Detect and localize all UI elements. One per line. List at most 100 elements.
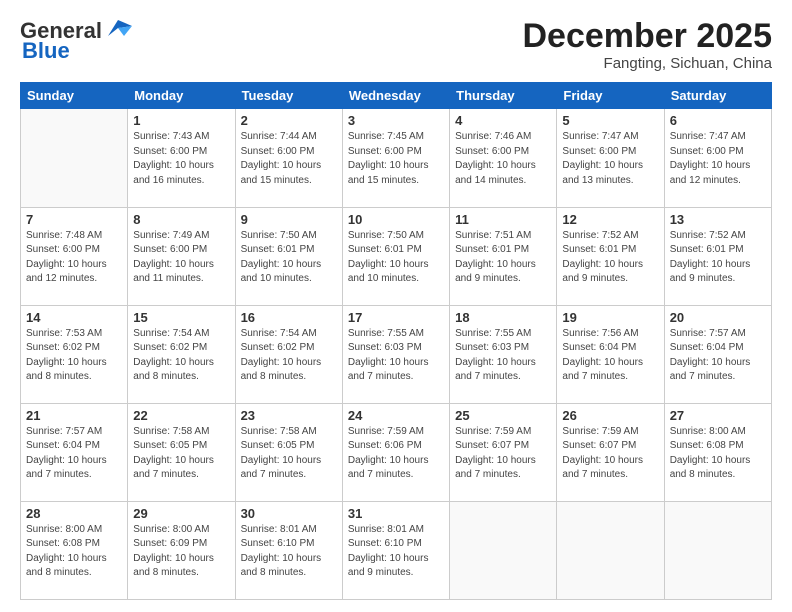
calendar-cell: 16 Sunrise: 7:54 AMSunset: 6:02 PMDayligh…	[235, 305, 342, 403]
logo-blue: Blue	[22, 38, 70, 64]
column-header-friday: Friday	[557, 83, 664, 109]
day-number: 1	[133, 113, 229, 128]
calendar-week-4: 21 Sunrise: 7:57 AMSunset: 6:04 PMDayligh…	[21, 403, 772, 501]
calendar-cell	[21, 109, 128, 207]
day-info: Sunrise: 7:50 AMSunset: 6:01 PMDaylight:…	[241, 229, 337, 287]
column-header-saturday: Saturday	[664, 83, 771, 109]
day-number: 14	[26, 310, 122, 325]
calendar-cell: 27 Sunrise: 8:00 AMSunset: 6:08 PMDayligh…	[664, 403, 771, 501]
calendar-cell	[664, 501, 771, 599]
day-info: Sunrise: 7:46 AMSunset: 6:00 PMDaylight:…	[455, 130, 551, 188]
page: General Blue December 2025 Fangting, Sic…	[0, 0, 792, 612]
day-number: 29	[133, 506, 229, 521]
day-number: 7	[26, 212, 122, 227]
day-info: Sunrise: 7:44 AMSunset: 6:00 PMDaylight:…	[241, 130, 337, 188]
day-number: 4	[455, 113, 551, 128]
day-info: Sunrise: 7:45 AMSunset: 6:00 PMDaylight:…	[348, 130, 444, 188]
calendar-cell: 5 Sunrise: 7:47 AMSunset: 6:00 PMDaylight…	[557, 109, 664, 207]
day-number: 11	[455, 212, 551, 227]
day-info: Sunrise: 7:55 AMSunset: 6:03 PMDaylight:…	[348, 327, 444, 385]
day-number: 9	[241, 212, 337, 227]
calendar-cell: 28 Sunrise: 8:00 AMSunset: 6:08 PMDayligh…	[21, 501, 128, 599]
calendar-cell: 6Sunrise: 7:47 AMSunset: 6:00 PMDaylight…	[664, 109, 771, 207]
day-number: 25	[455, 408, 551, 423]
calendar-cell: 9 Sunrise: 7:50 AMSunset: 6:01 PMDaylight…	[235, 207, 342, 305]
day-info: Sunrise: 7:58 AMSunset: 6:05 PMDaylight:…	[133, 425, 229, 483]
calendar-header-row: SundayMondayTuesdayWednesdayThursdayFrid…	[21, 83, 772, 109]
day-info: Sunrise: 7:54 AMSunset: 6:02 PMDaylight:…	[241, 327, 337, 385]
calendar-cell: 18Sunrise: 7:55 AMSunset: 6:03 PMDayligh…	[450, 305, 557, 403]
day-info: Sunrise: 7:43 AMSunset: 6:00 PMDaylight:…	[133, 130, 229, 188]
day-number: 8	[133, 212, 229, 227]
day-number: 6	[670, 113, 766, 128]
calendar-week-5: 28 Sunrise: 8:00 AMSunset: 6:08 PMDayligh…	[21, 501, 772, 599]
calendar-cell: 30 Sunrise: 8:01 AMSunset: 6:10 PMDayligh…	[235, 501, 342, 599]
calendar-cell: 4 Sunrise: 7:46 AMSunset: 6:00 PMDaylight…	[450, 109, 557, 207]
calendar-cell: 12Sunrise: 7:52 AMSunset: 6:01 PMDayligh…	[557, 207, 664, 305]
calendar-cell: 8 Sunrise: 7:49 AMSunset: 6:00 PMDaylight…	[128, 207, 235, 305]
column-header-monday: Monday	[128, 83, 235, 109]
day-info: Sunrise: 7:51 AMSunset: 6:01 PMDaylight:…	[455, 229, 551, 287]
calendar-table: SundayMondayTuesdayWednesdayThursdayFrid…	[20, 82, 772, 600]
logo: General Blue	[20, 18, 132, 64]
calendar-cell: 7 Sunrise: 7:48 AMSunset: 6:00 PMDaylight…	[21, 207, 128, 305]
day-info: Sunrise: 7:47 AMSunset: 6:00 PMDaylight:…	[562, 130, 658, 188]
calendar-cell: 26 Sunrise: 7:59 AMSunset: 6:07 PMDayligh…	[557, 403, 664, 501]
day-number: 23	[241, 408, 337, 423]
calendar-subtitle: Fangting, Sichuan, China	[522, 55, 772, 72]
day-number: 10	[348, 212, 444, 227]
day-info: Sunrise: 7:55 AMSunset: 6:03 PMDaylight:…	[455, 327, 551, 385]
calendar-cell: 11 Sunrise: 7:51 AMSunset: 6:01 PMDayligh…	[450, 207, 557, 305]
day-number: 31	[348, 506, 444, 521]
calendar-cell: 20Sunrise: 7:57 AMSunset: 6:04 PMDayligh…	[664, 305, 771, 403]
day-number: 22	[133, 408, 229, 423]
calendar-cell	[450, 501, 557, 599]
day-number: 26	[562, 408, 658, 423]
calendar-title: December 2025	[522, 18, 772, 55]
calendar-cell: 23 Sunrise: 7:58 AMSunset: 6:05 PMDayligh…	[235, 403, 342, 501]
day-number: 16	[241, 310, 337, 325]
day-info: Sunrise: 7:57 AMSunset: 6:04 PMDaylight:…	[670, 327, 766, 385]
day-info: Sunrise: 7:59 AMSunset: 6:06 PMDaylight:…	[348, 425, 444, 483]
calendar-cell: 15Sunrise: 7:54 AMSunset: 6:02 PMDayligh…	[128, 305, 235, 403]
day-info: Sunrise: 8:01 AMSunset: 6:10 PMDaylight:…	[241, 523, 337, 581]
day-info: Sunrise: 7:56 AMSunset: 6:04 PMDaylight:…	[562, 327, 658, 385]
day-number: 19	[562, 310, 658, 325]
column-header-wednesday: Wednesday	[342, 83, 449, 109]
calendar-cell: 29Sunrise: 8:00 AMSunset: 6:09 PMDayligh…	[128, 501, 235, 599]
day-info: Sunrise: 7:48 AMSunset: 6:00 PMDaylight:…	[26, 229, 122, 287]
column-header-thursday: Thursday	[450, 83, 557, 109]
calendar-cell: 31 Sunrise: 8:01 AMSunset: 6:10 PMDayligh…	[342, 501, 449, 599]
title-block: December 2025 Fangting, Sichuan, China	[522, 18, 772, 72]
calendar-cell: 19 Sunrise: 7:56 AMSunset: 6:04 PMDayligh…	[557, 305, 664, 403]
day-info: Sunrise: 7:49 AMSunset: 6:00 PMDaylight:…	[133, 229, 229, 287]
day-info: Sunrise: 7:57 AMSunset: 6:04 PMDaylight:…	[26, 425, 122, 483]
day-info: Sunrise: 7:59 AMSunset: 6:07 PMDaylight:…	[455, 425, 551, 483]
day-info: Sunrise: 7:54 AMSunset: 6:02 PMDaylight:…	[133, 327, 229, 385]
day-number: 28	[26, 506, 122, 521]
day-info: Sunrise: 8:00 AMSunset: 6:08 PMDaylight:…	[670, 425, 766, 483]
day-info: Sunrise: 8:01 AMSunset: 6:10 PMDaylight:…	[348, 523, 444, 581]
calendar-cell: 21 Sunrise: 7:57 AMSunset: 6:04 PMDayligh…	[21, 403, 128, 501]
calendar-cell: 13Sunrise: 7:52 AMSunset: 6:01 PMDayligh…	[664, 207, 771, 305]
logo-icon	[104, 18, 132, 40]
calendar-cell	[557, 501, 664, 599]
day-number: 5	[562, 113, 658, 128]
day-info: Sunrise: 7:53 AMSunset: 6:02 PMDaylight:…	[26, 327, 122, 385]
calendar-cell: 3Sunrise: 7:45 AMSunset: 6:00 PMDaylight…	[342, 109, 449, 207]
day-info: Sunrise: 7:59 AMSunset: 6:07 PMDaylight:…	[562, 425, 658, 483]
column-header-sunday: Sunday	[21, 83, 128, 109]
day-number: 30	[241, 506, 337, 521]
day-info: Sunrise: 7:50 AMSunset: 6:01 PMDaylight:…	[348, 229, 444, 287]
day-number: 2	[241, 113, 337, 128]
calendar-cell: 25 Sunrise: 7:59 AMSunset: 6:07 PMDayligh…	[450, 403, 557, 501]
day-info: Sunrise: 8:00 AMSunset: 6:08 PMDaylight:…	[26, 523, 122, 581]
calendar-cell: 2 Sunrise: 7:44 AMSunset: 6:00 PMDaylight…	[235, 109, 342, 207]
day-info: Sunrise: 7:52 AMSunset: 6:01 PMDaylight:…	[562, 229, 658, 287]
day-number: 21	[26, 408, 122, 423]
day-info: Sunrise: 7:58 AMSunset: 6:05 PMDaylight:…	[241, 425, 337, 483]
calendar-week-2: 7 Sunrise: 7:48 AMSunset: 6:00 PMDaylight…	[21, 207, 772, 305]
calendar-cell: 22 Sunrise: 7:58 AMSunset: 6:05 PMDayligh…	[128, 403, 235, 501]
day-number: 27	[670, 408, 766, 423]
calendar-body: 1 Sunrise: 7:43 AMSunset: 6:00 PMDaylight…	[21, 109, 772, 600]
